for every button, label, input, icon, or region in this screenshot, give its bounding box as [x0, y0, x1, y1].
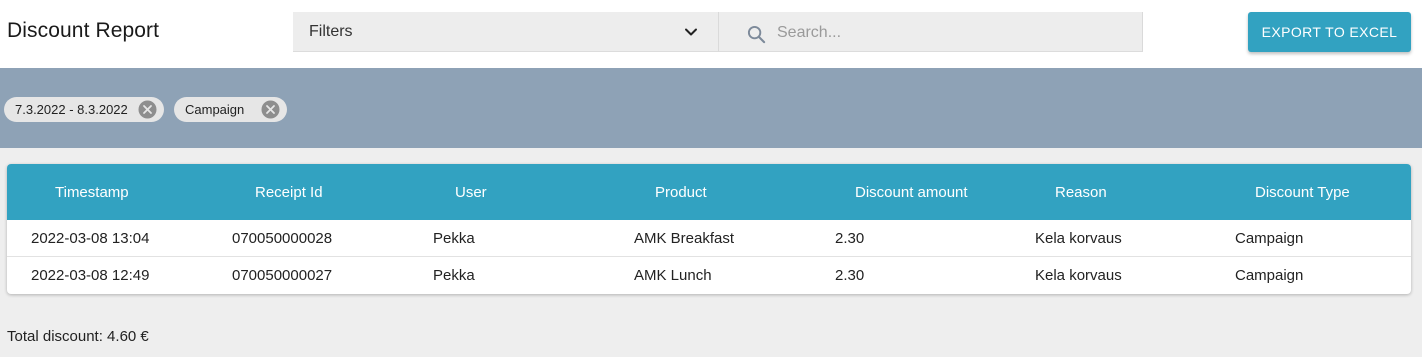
- table-header: Timestamp Receipt Id User Product Discou…: [7, 164, 1411, 220]
- search-input[interactable]: Search...: [777, 24, 841, 42]
- cell-timestamp: 2022-03-08 12:49: [31, 267, 150, 284]
- cell-user: Pekka: [433, 230, 475, 247]
- cell-discount-amount: 2.30: [835, 267, 865, 284]
- column-header-receipt-id[interactable]: Receipt Id: [255, 184, 323, 201]
- column-header-product[interactable]: Product: [655, 184, 707, 201]
- search-icon: [747, 25, 766, 44]
- cell-timestamp: 2022-03-08 13:04: [31, 230, 150, 247]
- cell-product: AMK Breakfast: [634, 230, 735, 247]
- cell-discount-amount: 2.30: [835, 230, 865, 247]
- column-header-reason[interactable]: Reason: [1055, 184, 1107, 201]
- cell-reason: Kela korvaus: [1035, 267, 1122, 284]
- cell-discount-type: Campaign: [1235, 230, 1304, 247]
- cell-product: AMK Lunch: [634, 267, 712, 284]
- cell-user: Pekka: [433, 267, 475, 284]
- column-header-user[interactable]: User: [455, 184, 487, 201]
- page-title: Discount Report: [7, 19, 160, 42]
- chevron-down-icon: [685, 28, 697, 36]
- chip-label: Campaign: [185, 102, 245, 117]
- column-header-discount-amount[interactable]: Discount amount: [855, 184, 968, 201]
- cell-receipt-id: 070050000027: [232, 267, 333, 284]
- filters-label: Filters: [309, 23, 353, 40]
- filters-dropdown[interactable]: Filters: [293, 12, 718, 52]
- close-circle-icon[interactable]: [138, 100, 157, 119]
- total-discount: Total discount: 4.60 €: [7, 328, 149, 345]
- chip-label: 7.3.2022 - 8.3.2022: [15, 102, 128, 117]
- filter-chip-campaign: Campaign: [174, 97, 287, 122]
- table-row[interactable]: 2022-03-08 12:49 070050000027 Pekka AMK …: [7, 257, 1411, 294]
- discount-table: Timestamp Receipt Id User Product Discou…: [7, 164, 1411, 294]
- cell-reason: Kela korvaus: [1035, 230, 1122, 247]
- close-circle-icon[interactable]: [261, 100, 280, 119]
- filter-chip-date-range: 7.3.2022 - 8.3.2022: [4, 97, 164, 122]
- cell-receipt-id: 070050000028: [232, 230, 333, 247]
- table-row[interactable]: 2022-03-08 13:04 070050000028 Pekka AMK …: [7, 220, 1411, 257]
- column-header-timestamp[interactable]: Timestamp: [55, 184, 129, 201]
- cell-discount-type: Campaign: [1235, 267, 1304, 284]
- column-header-discount-type[interactable]: Discount Type: [1255, 184, 1350, 201]
- export-to-excel-button[interactable]: EXPORT TO EXCEL: [1248, 12, 1411, 52]
- active-filters-bar: 7.3.2022 - 8.3.2022 Campaign: [0, 68, 1422, 148]
- top-bar: Discount Report Filters Search... EXPORT…: [0, 0, 1422, 68]
- search-field[interactable]: Search...: [718, 12, 1143, 52]
